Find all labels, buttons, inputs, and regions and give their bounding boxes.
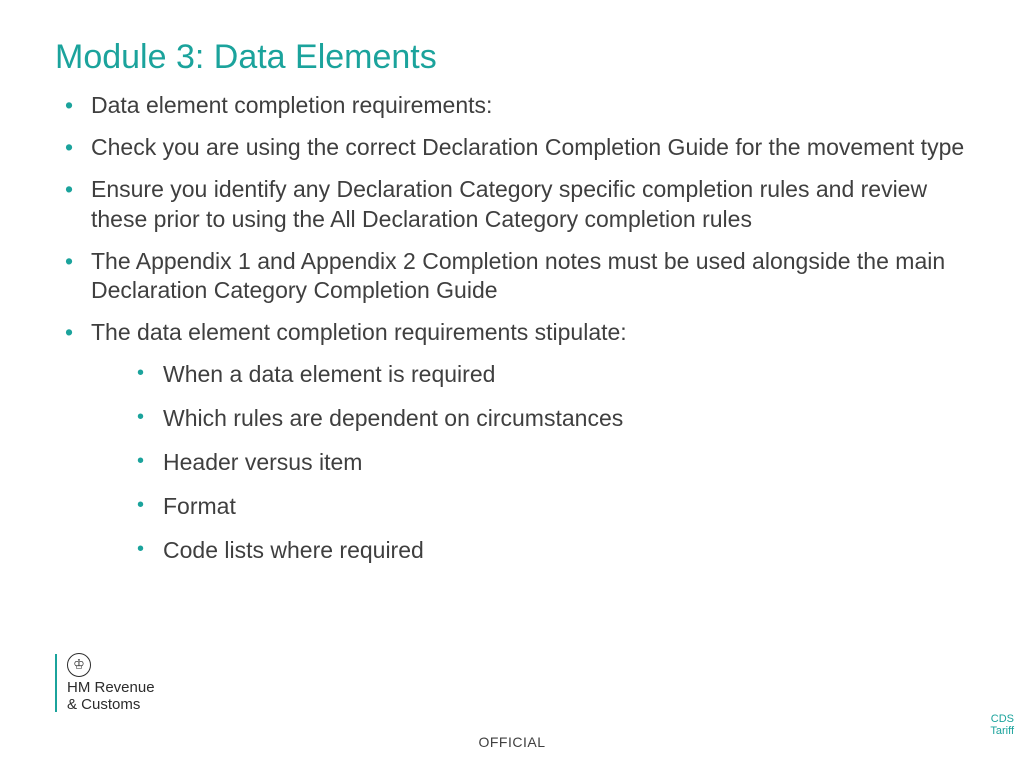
sub-bullet-item: Header versus item <box>133 448 969 478</box>
slide: Module 3: Data Elements Data element com… <box>0 0 1024 768</box>
logo-accent-bar <box>55 654 57 712</box>
bullet-item: Ensure you identify any Declaration Cate… <box>61 175 969 235</box>
side-label: CDS Tariff <box>984 713 1014 738</box>
bullet-item: The data element completion requirements… <box>61 318 969 565</box>
sub-bullet-list: When a data element is required Which ru… <box>91 360 969 565</box>
sub-bullet-item: Format <box>133 492 969 522</box>
bullet-list: Data element completion requirements: Ch… <box>55 91 969 566</box>
sub-bullet-item: Code lists where required <box>133 536 969 566</box>
bullet-item: Data element completion requirements: <box>61 91 969 121</box>
classification-label: OFFICIAL <box>478 734 545 750</box>
bullet-item: The Appendix 1 and Appendix 2 Completion… <box>61 247 969 307</box>
sub-bullet-item: Which rules are dependent on circumstanc… <box>133 404 969 434</box>
logo-inner: HM Revenue & Customs <box>67 653 155 713</box>
crown-icon <box>67 653 91 677</box>
hmrc-logo: HM Revenue & Customs <box>55 653 155 713</box>
sub-bullet-item: When a data element is required <box>133 360 969 390</box>
slide-title: Module 3: Data Elements <box>55 38 969 77</box>
logo-text-line1: HM Revenue <box>67 680 155 697</box>
bullet-item: Check you are using the correct Declarat… <box>61 133 969 163</box>
bullet-item-text: The data element completion requirements… <box>91 319 627 345</box>
logo-text-line2: & Customs <box>67 697 155 714</box>
